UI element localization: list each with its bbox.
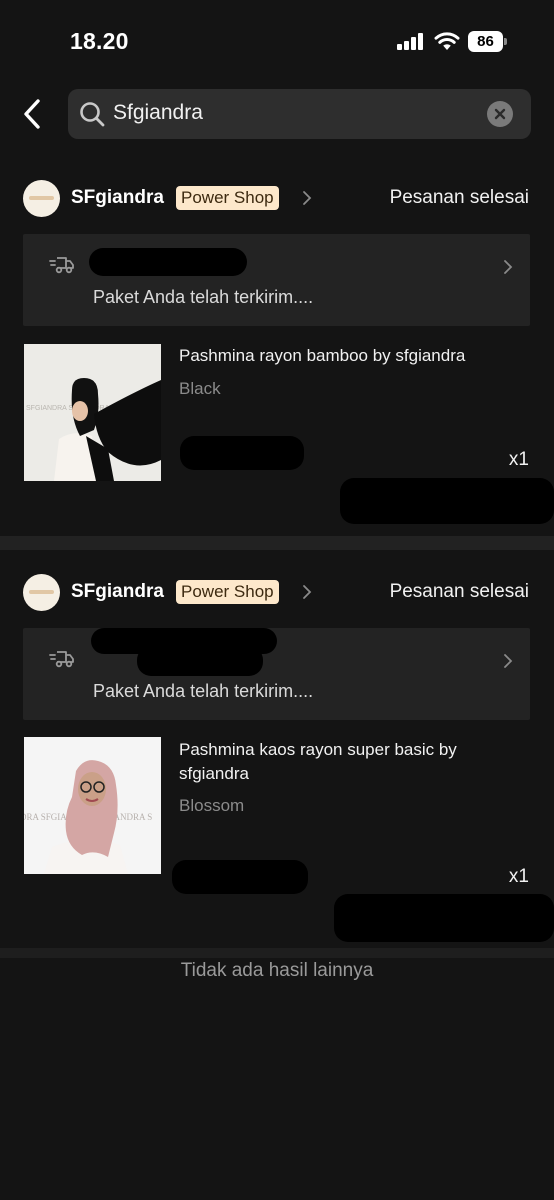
clear-search-button[interactable] (487, 101, 513, 127)
order-card[interactable]: SFgiandra Power Shop Pesanan selesai Pak… (0, 178, 554, 524)
redacted-area (180, 436, 304, 470)
order-status: Pesanan selesai (389, 187, 529, 208)
product-image[interactable]: DRA SFGIANDRA SFGIANDRA S (24, 737, 161, 874)
redacted-area (89, 248, 247, 276)
product-name: Pashmina rayon bamboo by sfgiandra (179, 346, 466, 365)
chevron-right-icon (303, 585, 312, 599)
product-image[interactable]: SFGIANDRA SFGIANDRA SFGIANDRA (24, 344, 161, 481)
section-divider (0, 536, 554, 550)
chevron-right-icon (303, 191, 312, 205)
redacted-area (172, 860, 308, 894)
power-shop-badge: Power Shop (176, 186, 279, 210)
order-status: Pesanan selesai (389, 581, 529, 602)
product-variant: Black (179, 379, 221, 398)
product-variant: Blossom (179, 796, 245, 815)
status-bar: 18.20 86 (0, 0, 554, 84)
shop-logo (23, 180, 60, 217)
order-card[interactable]: SFgiandra Power Shop Pesanan selesai Pak… (0, 572, 554, 942)
delivery-message: Paket Anda telah terkirim.... (93, 287, 314, 307)
back-button[interactable] (18, 97, 48, 131)
shop-name: SFgiandra (71, 581, 164, 602)
redacted-area (334, 894, 554, 942)
search-input[interactable]: Sfgiandra (68, 89, 531, 139)
truck-icon (49, 257, 74, 274)
delivery-status-row[interactable]: Paket Anda telah terkirim.... (23, 234, 530, 326)
delivery-status-row[interactable]: Paket Anda telah terkirim.... (23, 628, 530, 720)
shop-header[interactable]: SFgiandra Power Shop Pesanan selesai (0, 572, 554, 612)
search-query: Sfgiandra (113, 101, 203, 124)
wifi-icon (434, 32, 460, 50)
power-shop-badge: Power Shop (176, 580, 279, 604)
chevron-right-icon (504, 260, 513, 274)
cellular-signal-icon (397, 33, 425, 50)
chevron-right-icon (504, 654, 513, 668)
section-divider (0, 948, 554, 958)
shop-header[interactable]: SFgiandra Power Shop Pesanan selesai (0, 178, 554, 218)
redacted-area (340, 478, 554, 524)
truck-icon (49, 651, 74, 668)
product-quantity: x1 (508, 449, 529, 470)
delivery-message: Paket Anda telah terkirim.... (93, 681, 314, 701)
no-more-results-text: Tidak ada hasil lainnya (180, 960, 374, 981)
search-icon (80, 102, 105, 127)
status-time: 18.20 (70, 28, 129, 54)
battery-icon: 86 (468, 31, 507, 52)
shop-logo (23, 574, 60, 611)
product-name: Pashmina kaos rayon super basic by sfgia… (179, 740, 457, 783)
redacted-area (137, 646, 263, 676)
product-quantity: x1 (508, 866, 529, 887)
close-icon (494, 108, 506, 120)
battery-level: 86 (477, 33, 494, 50)
shop-name: SFgiandra (71, 187, 164, 208)
